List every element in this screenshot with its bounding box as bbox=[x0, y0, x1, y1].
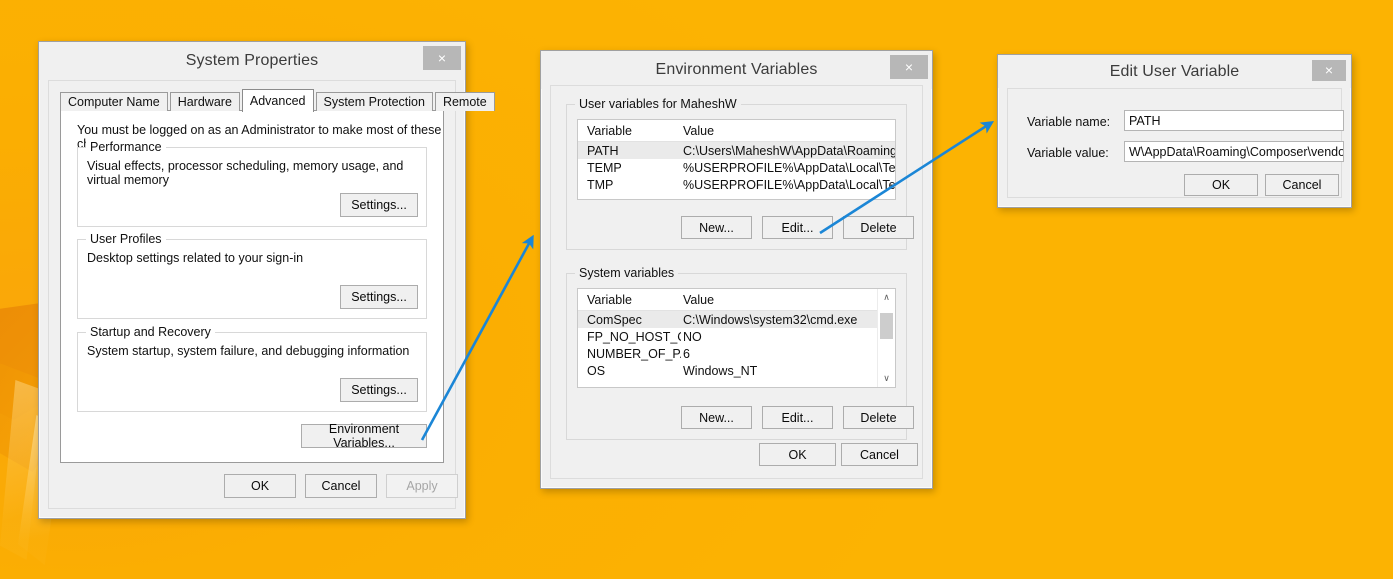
user-variables-edit-button[interactable]: Edit... bbox=[762, 216, 833, 239]
table-row[interactable]: ComSpec C:\Windows\system32\cmd.exe bbox=[578, 311, 895, 328]
environment-variables-button[interactable]: Environment Variables... bbox=[301, 422, 427, 450]
system-variables-header: Variable Value bbox=[578, 289, 895, 311]
system-properties-ok-button[interactable]: OK bbox=[224, 474, 296, 498]
table-row[interactable]: PATH C:\Users\MaheshW\AppData\Roaming\..… bbox=[578, 142, 895, 159]
tab-hardware[interactable]: Hardware bbox=[169, 92, 240, 111]
variable-value-input[interactable]: W\AppData\Roaming\Composer\vendor\bin bbox=[1124, 141, 1344, 162]
tab-advanced[interactable]: Advanced bbox=[241, 89, 314, 112]
edit-user-variable-dialog: Edit User Variable × Variable name: PATH… bbox=[997, 54, 1352, 208]
system-properties-tabstrip: Computer Name Hardware Advanced System P… bbox=[60, 89, 495, 112]
user-variables-header: Variable Value bbox=[578, 120, 895, 142]
variable-value-label: Variable value: bbox=[1027, 146, 1109, 160]
user-profiles-settings-button[interactable]: Settings... bbox=[340, 285, 418, 309]
close-icon[interactable]: × bbox=[423, 46, 461, 70]
environment-variables-ok-button[interactable]: OK bbox=[759, 443, 836, 466]
scrollbar-thumb[interactable] bbox=[880, 313, 893, 339]
user-variables-group: User variables for MaheshW Variable Valu… bbox=[566, 97, 914, 250]
system-variables-group: System variables Variable Value ComSpec … bbox=[566, 266, 914, 440]
user-variables-listview[interactable]: Variable Value PATH C:\Users\MaheshW\App… bbox=[577, 119, 896, 200]
performance-group-title: Performance bbox=[86, 140, 166, 154]
system-properties-apply-button: Apply bbox=[386, 474, 458, 498]
startup-recovery-group: Startup and Recovery System startup, sys… bbox=[77, 325, 427, 412]
close-icon[interactable]: × bbox=[1312, 60, 1346, 81]
system-variables-group-title: System variables bbox=[575, 266, 679, 280]
user-variable-value: %USERPROFILE%\AppData\Local\Temp bbox=[683, 177, 895, 192]
table-row[interactable]: FP_NO_HOST_C... NO bbox=[578, 328, 895, 345]
variable-name-input[interactable]: PATH bbox=[1124, 110, 1344, 131]
user-variables-group-title: User variables for MaheshW bbox=[575, 97, 741, 111]
tab-system-protection[interactable]: System Protection bbox=[315, 92, 433, 111]
table-row[interactable]: TEMP %USERPROFILE%\AppData\Local\Temp bbox=[578, 159, 895, 176]
system-variable-name: ComSpec bbox=[587, 312, 642, 327]
edit-user-variable-cancel-button[interactable]: Cancel bbox=[1265, 174, 1339, 196]
user-profiles-group: User Profiles Desktop settings related t… bbox=[77, 232, 427, 319]
system-variable-value: NO bbox=[683, 329, 702, 344]
user-variable-value: C:\Users\MaheshW\AppData\Roaming\... bbox=[683, 143, 895, 158]
system-properties-body: Computer Name Hardware Advanced System P… bbox=[48, 80, 495, 509]
user-profiles-description: Desktop settings related to your sign-in bbox=[87, 251, 304, 265]
user-variable-name: PATH bbox=[587, 143, 619, 158]
tab-computer-name[interactable]: Computer Name bbox=[60, 92, 168, 111]
variable-name-label: Variable name: bbox=[1027, 115, 1111, 129]
edit-user-variable-titlebar: Edit User Variable × bbox=[998, 55, 1351, 88]
user-variables-new-button[interactable]: New... bbox=[681, 216, 752, 239]
system-properties-dialog: System Properties × Computer Name Hardwa… bbox=[38, 41, 495, 519]
system-variable-name: OS bbox=[587, 363, 606, 378]
user-profiles-group-title: User Profiles bbox=[86, 232, 166, 246]
user-variable-name: TMP bbox=[587, 177, 614, 192]
system-properties-titlebar: System Properties × bbox=[39, 42, 465, 80]
edit-user-variable-ok-button[interactable]: OK bbox=[1184, 174, 1258, 196]
environment-variables-body: User variables for MaheshW Variable Valu… bbox=[550, 85, 923, 479]
environment-variables-dialog: Environment Variables × User variables f… bbox=[540, 50, 933, 489]
chevron-up-icon[interactable]: ∧ bbox=[878, 289, 895, 306]
performance-description: Visual effects, processor scheduling, me… bbox=[87, 159, 404, 187]
environment-variables-title: Environment Variables bbox=[655, 61, 818, 78]
tab-remote[interactable]: Remote bbox=[434, 92, 495, 111]
system-properties-cancel-button[interactable]: Cancel bbox=[305, 474, 377, 498]
system-variables-listview[interactable]: Variable Value ComSpec C:\Windows\system… bbox=[577, 288, 896, 388]
system-variable-value: 6 bbox=[683, 346, 690, 361]
table-row[interactable]: OS Windows_NT bbox=[578, 362, 895, 379]
performance-settings-button[interactable]: Settings... bbox=[340, 193, 418, 217]
system-variables-scrollbar[interactable]: ∧ ∨ bbox=[877, 289, 895, 387]
system-properties-title: System Properties bbox=[185, 52, 319, 69]
system-variables-delete-button[interactable]: Delete bbox=[843, 406, 914, 429]
user-variables-col-variable: Variable bbox=[587, 123, 632, 138]
environment-variables-cancel-button[interactable]: Cancel bbox=[841, 443, 918, 466]
performance-group: Performance Visual effects, processor sc… bbox=[77, 140, 427, 227]
startup-recovery-settings-button[interactable]: Settings... bbox=[340, 378, 418, 402]
user-variable-value: %USERPROFILE%\AppData\Local\Temp bbox=[683, 160, 895, 175]
startup-recovery-description: System startup, system failure, and debu… bbox=[87, 344, 410, 358]
startup-recovery-group-title: Startup and Recovery bbox=[86, 325, 215, 339]
system-variables-new-button[interactable]: New... bbox=[681, 406, 752, 429]
edit-user-variable-title: Edit User Variable bbox=[1109, 62, 1240, 80]
edit-user-variable-body: Variable name: PATH Variable value: W\Ap… bbox=[1007, 88, 1344, 198]
system-variable-value: C:\Windows\system32\cmd.exe bbox=[683, 312, 858, 327]
chevron-down-icon[interactable]: ∨ bbox=[878, 370, 895, 387]
system-variable-name: NUMBER_OF_P... bbox=[587, 346, 681, 361]
system-variables-col-variable: Variable bbox=[587, 292, 632, 307]
system-variables-edit-button[interactable]: Edit... bbox=[762, 406, 833, 429]
table-row[interactable]: TMP %USERPROFILE%\AppData\Local\Temp bbox=[578, 176, 895, 193]
user-variables-delete-button[interactable]: Delete bbox=[843, 216, 914, 239]
close-icon[interactable]: × bbox=[890, 55, 928, 79]
environment-variables-titlebar: Environment Variables × bbox=[541, 51, 932, 89]
system-variable-name: FP_NO_HOST_C... bbox=[587, 329, 681, 344]
advanced-tab-page: You must be logged on as an Administrato… bbox=[60, 110, 444, 463]
table-row[interactable]: NUMBER_OF_P... 6 bbox=[578, 345, 895, 362]
system-variable-value: Windows_NT bbox=[683, 363, 758, 378]
user-variables-col-value: Value bbox=[683, 123, 715, 138]
user-variable-name: TEMP bbox=[587, 160, 622, 175]
system-variables-col-value: Value bbox=[683, 292, 715, 307]
